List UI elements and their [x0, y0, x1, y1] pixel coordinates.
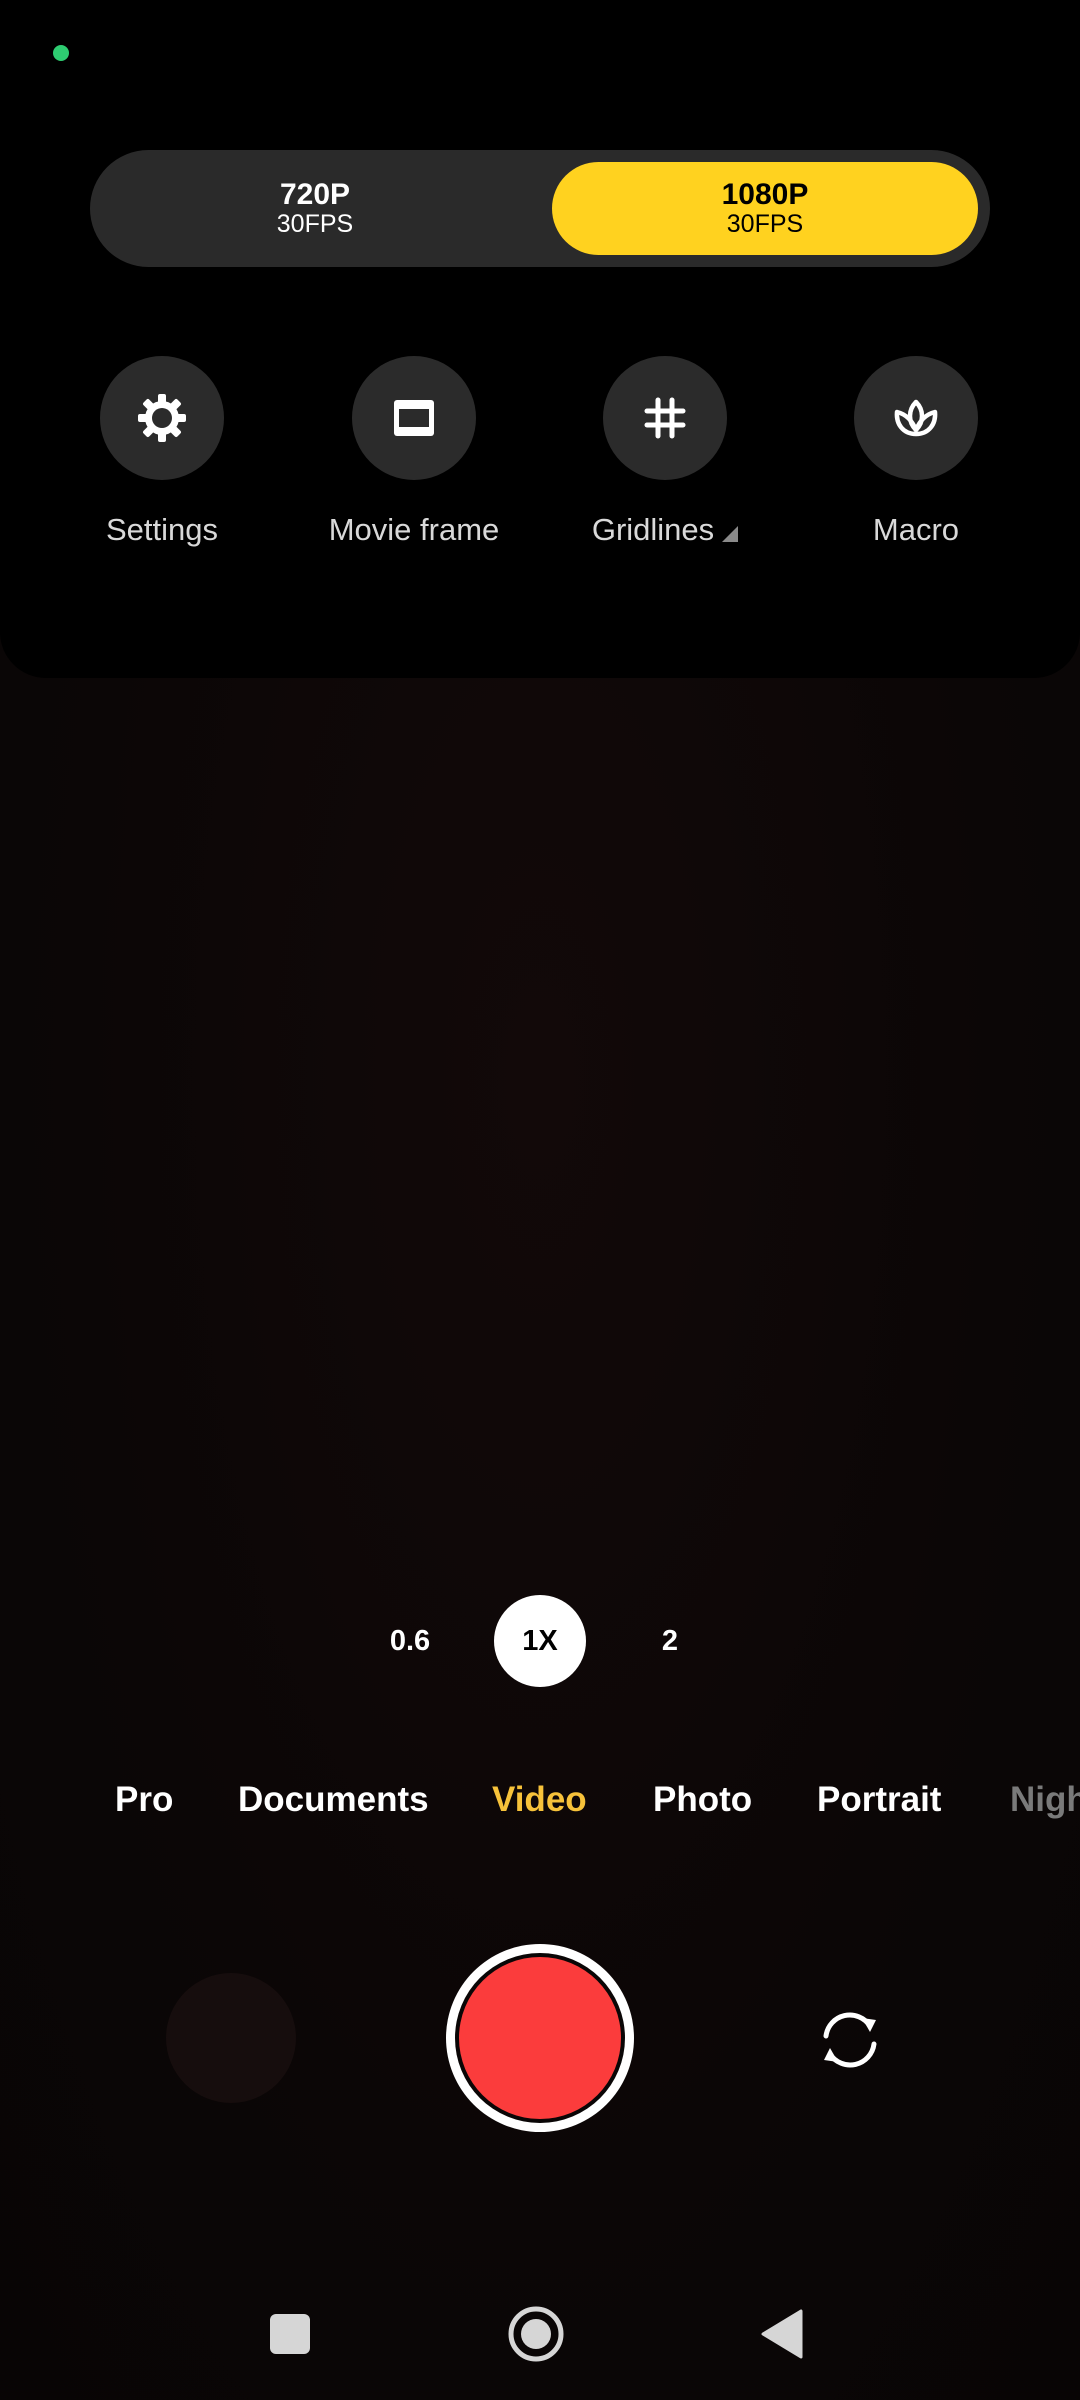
camera-screen: 720P 30FPS 1080P 30FPS Settings Movie fr…: [0, 0, 1080, 2400]
zoom-1x-button[interactable]: 1X: [494, 1595, 586, 1687]
home-button[interactable]: [492, 2290, 580, 2378]
zoom-2-button[interactable]: 2: [624, 1595, 716, 1687]
mode-video[interactable]: Video: [492, 1780, 587, 1820]
recents-button[interactable]: [246, 2290, 334, 2378]
movie-frame-button[interactable]: Movie frame: [304, 356, 524, 548]
settings-label: Settings: [105, 512, 218, 547]
switch-camera-button[interactable]: [808, 1998, 892, 2082]
quick-settings-row: Settings Movie frame Gridlines Macro: [0, 356, 1080, 556]
movie-frame-circle[interactable]: [352, 356, 476, 480]
record-button-core: [459, 1957, 621, 2119]
camera-switch-icon: [823, 2012, 877, 2068]
gridlines-label: Gridlines: [591, 512, 715, 547]
resolution-720p-option[interactable]: 720P 30FPS: [90, 150, 540, 267]
privacy-indicator-dot: [53, 45, 69, 61]
system-nav-bar: [0, 2290, 1080, 2378]
framerate-label: 30FPS: [276, 210, 354, 238]
recents-icon: [270, 2314, 310, 2354]
mode-carousel: Pro Documents Video Photo Portrait Night: [0, 1780, 1080, 1830]
zoom-0-6-button[interactable]: 0.6: [364, 1595, 456, 1687]
macro-circle[interactable]: [854, 356, 978, 480]
settings-button[interactable]: Settings: [52, 356, 272, 548]
gridlines-circle[interactable]: [603, 356, 727, 480]
resolution-toggle: 720P 30FPS 1080P 30FPS: [90, 150, 990, 267]
grid-icon: [644, 397, 686, 439]
settings-circle[interactable]: [100, 356, 224, 480]
movie-frame-icon: [394, 400, 434, 436]
mode-documents[interactable]: Documents: [238, 1780, 429, 1820]
gear-icon: [138, 394, 186, 442]
framerate-label: 30FPS: [726, 210, 804, 238]
macro-label: Macro: [872, 512, 960, 547]
gridlines-label-wrap: Gridlines: [591, 512, 739, 548]
back-button[interactable]: [738, 2290, 826, 2378]
gridlines-button[interactable]: Gridlines: [555, 356, 775, 548]
movie-frame-label: Movie frame: [328, 512, 500, 547]
home-icon: [508, 2306, 564, 2362]
mode-photo[interactable]: Photo: [653, 1780, 752, 1820]
flower-icon: [894, 399, 938, 437]
dropdown-triangle-icon: [722, 526, 739, 542]
record-button[interactable]: [446, 1944, 634, 2132]
resolution-label: 1080P: [721, 178, 809, 211]
mode-portrait[interactable]: Portrait: [817, 1780, 941, 1820]
mode-night[interactable]: Night: [1010, 1780, 1080, 1820]
resolution-label: 720P: [279, 178, 351, 211]
record-button-ring: [455, 1953, 625, 2123]
macro-button[interactable]: Macro: [806, 356, 1026, 548]
mode-pro[interactable]: Pro: [115, 1780, 173, 1820]
back-icon: [761, 2309, 803, 2359]
gallery-thumbnail[interactable]: [166, 1973, 296, 2103]
zoom-selector: 0.6 1X 2: [0, 1595, 1080, 1687]
video-settings-panel: 720P 30FPS 1080P 30FPS Settings Movie fr…: [0, 0, 1080, 678]
resolution-1080p-option[interactable]: 1080P 30FPS: [552, 162, 978, 255]
